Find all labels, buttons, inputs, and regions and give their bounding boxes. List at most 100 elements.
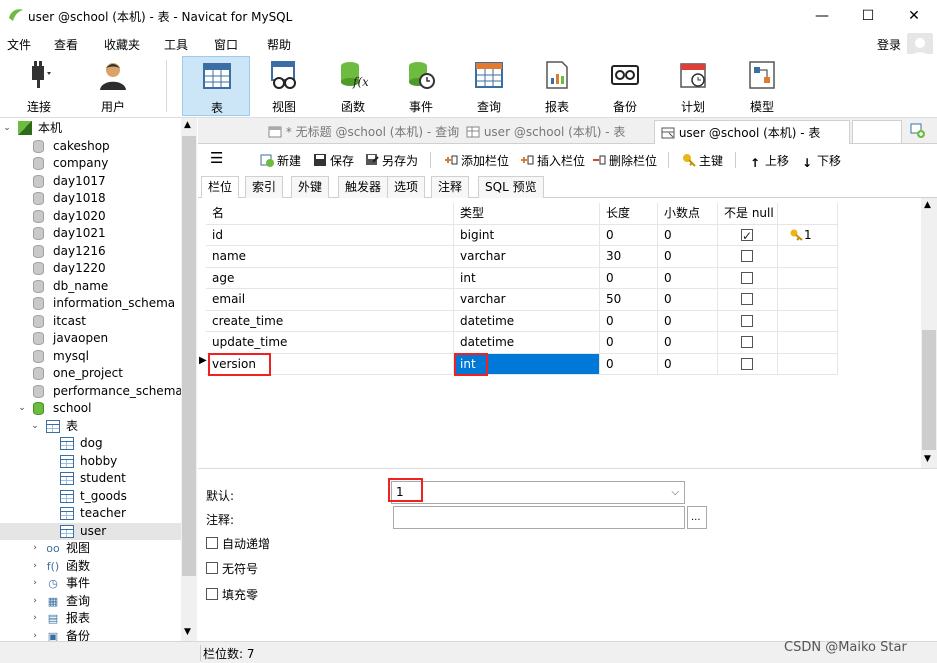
- field-name-cell[interactable]: create_time: [206, 310, 454, 332]
- tree-node-item[interactable]: › ▦ 查询: [0, 593, 181, 611]
- field-type-cell[interactable]: varchar: [454, 246, 600, 268]
- field-type-cell[interactable]: bigint: [454, 224, 600, 246]
- tab-options[interactable]: 选项: [387, 176, 426, 198]
- column-header[interactable]: 小数点: [658, 203, 718, 225]
- tree-db-item[interactable]: cakeshop: [0, 138, 181, 156]
- save-button[interactable]: 保存: [313, 152, 354, 169]
- field-name-cell[interactable]: id: [206, 224, 454, 246]
- field-decimal-cell[interactable]: 0: [658, 267, 718, 289]
- schedule-button[interactable]: 计划: [664, 56, 722, 116]
- field-length-cell[interactable]: 0: [600, 332, 658, 354]
- tree-db-item[interactable]: javaopen: [0, 330, 181, 348]
- comment-input[interactable]: [393, 506, 685, 529]
- view-button[interactable]: 视图: [255, 56, 313, 116]
- tab-user-table-active[interactable]: user @school (本机) - 表: [654, 120, 850, 144]
- not-null-cell[interactable]: [718, 267, 778, 289]
- tree-table-item[interactable]: teacher: [0, 505, 181, 523]
- key-cell[interactable]: [778, 267, 838, 289]
- save-as-button[interactable]: 另存为: [365, 152, 418, 169]
- field-decimal-cell[interactable]: 0: [658, 310, 718, 332]
- scroll-up-icon[interactable]: ▲: [924, 200, 931, 210]
- menu-file[interactable]: 文件: [7, 36, 31, 53]
- tab-fields[interactable]: 栏位: [201, 176, 240, 199]
- login-link[interactable]: 登录: [877, 36, 901, 53]
- field-length-cell[interactable]: 30: [600, 246, 658, 268]
- menu-icon[interactable]: ☰: [210, 149, 223, 167]
- menu-tools[interactable]: 工具: [164, 36, 188, 53]
- scroll-down-icon[interactable]: ▼: [924, 454, 931, 464]
- tree-table-item[interactable]: student: [0, 470, 181, 488]
- field-decimal-cell[interactable]: 0: [658, 246, 718, 268]
- chevron-down-icon[interactable]: ⌵: [671, 482, 679, 503]
- not-null-checkbox[interactable]: [741, 250, 753, 262]
- key-cell[interactable]: [778, 332, 838, 354]
- tree-table-item[interactable]: t_goods: [0, 488, 181, 506]
- field-name-cell[interactable]: name: [206, 246, 454, 268]
- comment-expand-button[interactable]: ...: [687, 506, 707, 529]
- key-cell[interactable]: [778, 353, 838, 375]
- chevron-down-icon[interactable]: ⌄: [30, 418, 40, 435]
- field-type-cell[interactable]: datetime: [454, 310, 600, 332]
- tree-db-item[interactable]: day1220: [0, 260, 181, 278]
- not-null-cell[interactable]: [718, 246, 778, 268]
- scroll-up-icon[interactable]: ▲: [184, 120, 191, 130]
- not-null-cell[interactable]: [718, 289, 778, 311]
- tree-db-item[interactable]: company: [0, 155, 181, 173]
- column-header[interactable]: 长度: [600, 203, 658, 225]
- tab-sql-preview[interactable]: SQL 预览: [478, 176, 544, 198]
- user-button[interactable]: 用户: [84, 56, 142, 116]
- tree-db-item[interactable]: information_schema: [0, 295, 181, 313]
- tree-db-item[interactable]: day1020: [0, 208, 181, 226]
- tree-db-item[interactable]: day1017: [0, 173, 181, 191]
- tab-untitled-query[interactable]: * 无标题 @school (本机) - 查询: [268, 120, 459, 144]
- field-name-cell[interactable]: update_time: [206, 332, 454, 354]
- tree-root-connection[interactable]: ⌄ 本机: [0, 120, 181, 138]
- field-length-cell[interactable]: 50: [600, 289, 658, 311]
- tree-db-school[interactable]: ⌄ school: [0, 400, 181, 418]
- field-type-cell[interactable]: int: [454, 267, 600, 289]
- field-length-cell[interactable]: 0: [600, 353, 658, 375]
- add-field-button[interactable]: 添加栏位: [444, 152, 509, 169]
- connect-button[interactable]: 连接: [10, 56, 68, 116]
- tree-node-item[interactable]: › ◷ 事件: [0, 575, 181, 593]
- column-header[interactable]: 不是 null: [718, 203, 778, 225]
- field-decimal-cell[interactable]: 0: [658, 289, 718, 311]
- backup-button[interactable]: 备份: [596, 56, 654, 116]
- tree-table-item[interactable]: user: [0, 522, 181, 540]
- chevron-right-icon[interactable]: ›: [30, 593, 40, 610]
- not-null-checkbox[interactable]: [741, 336, 753, 348]
- tree-db-item[interactable]: mysql: [0, 348, 181, 366]
- tree-db-item[interactable]: itcast: [0, 313, 181, 331]
- field-length-cell[interactable]: 0: [600, 267, 658, 289]
- tree-db-item[interactable]: day1018: [0, 190, 181, 208]
- field-type-cell[interactable]: varchar: [454, 289, 600, 311]
- table-button[interactable]: 表: [182, 56, 250, 116]
- sidebar-scroll-thumb[interactable]: [182, 136, 196, 576]
- tree-node-item[interactable]: › ▣ 备份: [0, 628, 181, 642]
- unsigned-checkbox[interactable]: [206, 562, 218, 574]
- field-decimal-cell[interactable]: 0: [658, 332, 718, 354]
- column-header[interactable]: [778, 203, 838, 225]
- chevron-down-icon[interactable]: ⌄: [17, 400, 27, 417]
- key-cell[interactable]: [778, 289, 838, 311]
- tree-db-item[interactable]: performance_schema: [0, 383, 183, 401]
- event-button[interactable]: 事件: [392, 56, 450, 116]
- key-cell[interactable]: [778, 310, 838, 332]
- chevron-right-icon[interactable]: ›: [30, 540, 40, 557]
- insert-field-button[interactable]: 插入栏位: [520, 152, 585, 169]
- tree-db-item[interactable]: day1216: [0, 243, 181, 261]
- field-name-cell[interactable]: age: [206, 267, 454, 289]
- not-null-checkbox[interactable]: [741, 357, 753, 370]
- not-null-cell[interactable]: [718, 353, 778, 375]
- not-null-checkbox[interactable]: [741, 293, 753, 305]
- tree-table-item[interactable]: dog: [0, 435, 181, 453]
- tab-triggers[interactable]: 触发器: [338, 176, 389, 198]
- field-length-cell[interactable]: 0: [600, 224, 658, 246]
- scroll-down-icon[interactable]: ▼: [184, 627, 191, 637]
- primary-key-button[interactable]: 主键: [682, 152, 723, 169]
- not-null-checkbox[interactable]: [741, 271, 753, 284]
- zerofill-checkbox[interactable]: [206, 588, 218, 600]
- tree-table-item[interactable]: hobby: [0, 453, 181, 471]
- close-button[interactable]: ✕: [891, 0, 937, 32]
- tree-node-item[interactable]: › ▤ 报表: [0, 610, 181, 628]
